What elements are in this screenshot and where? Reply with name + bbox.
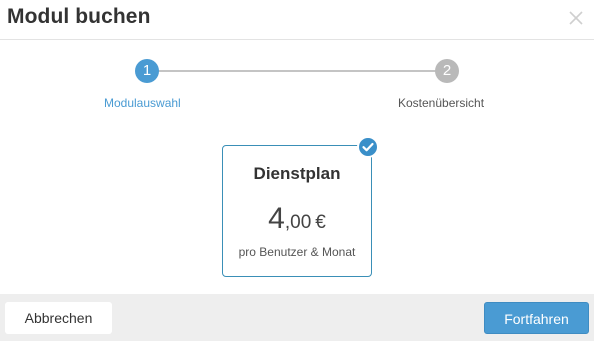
- cancel-button[interactable]: Abbrechen: [5, 302, 112, 334]
- checkmark-icon: [362, 142, 374, 152]
- price-decimal: ,00: [284, 212, 312, 233]
- step-1-label: Modulauswahl: [104, 96, 181, 110]
- price-integer: 4: [268, 202, 285, 235]
- dialog-header: Modul buchen: [0, 0, 594, 40]
- step-1-indicator: 1: [135, 59, 159, 83]
- module-name: Dienstplan: [253, 164, 341, 183]
- dialog-title: Modul buchen: [7, 5, 151, 28]
- dialog-footer: Abbrechen Fortfahren: [0, 294, 594, 341]
- module-card-dienstplan[interactable]: Dienstplan 4,00 € pro Benutzer & Monat: [222, 145, 372, 277]
- continue-button[interactable]: Fortfahren: [484, 302, 589, 334]
- close-icon: [569, 11, 583, 25]
- step-2-label: Kostenübersicht: [398, 96, 485, 110]
- step-2-indicator: 2: [435, 59, 459, 83]
- price-unit: pro Benutzer & Monat: [238, 245, 356, 259]
- price-currency: €: [315, 212, 326, 233]
- module-price: 4,00 €: [223, 202, 371, 236]
- booking-dialog: Modul buchen 1 2 Modulauswahl Kostenüber…: [0, 0, 594, 341]
- stepper-connector-line: [158, 70, 436, 72]
- close-button[interactable]: [566, 8, 586, 28]
- selected-badge: [357, 136, 379, 158]
